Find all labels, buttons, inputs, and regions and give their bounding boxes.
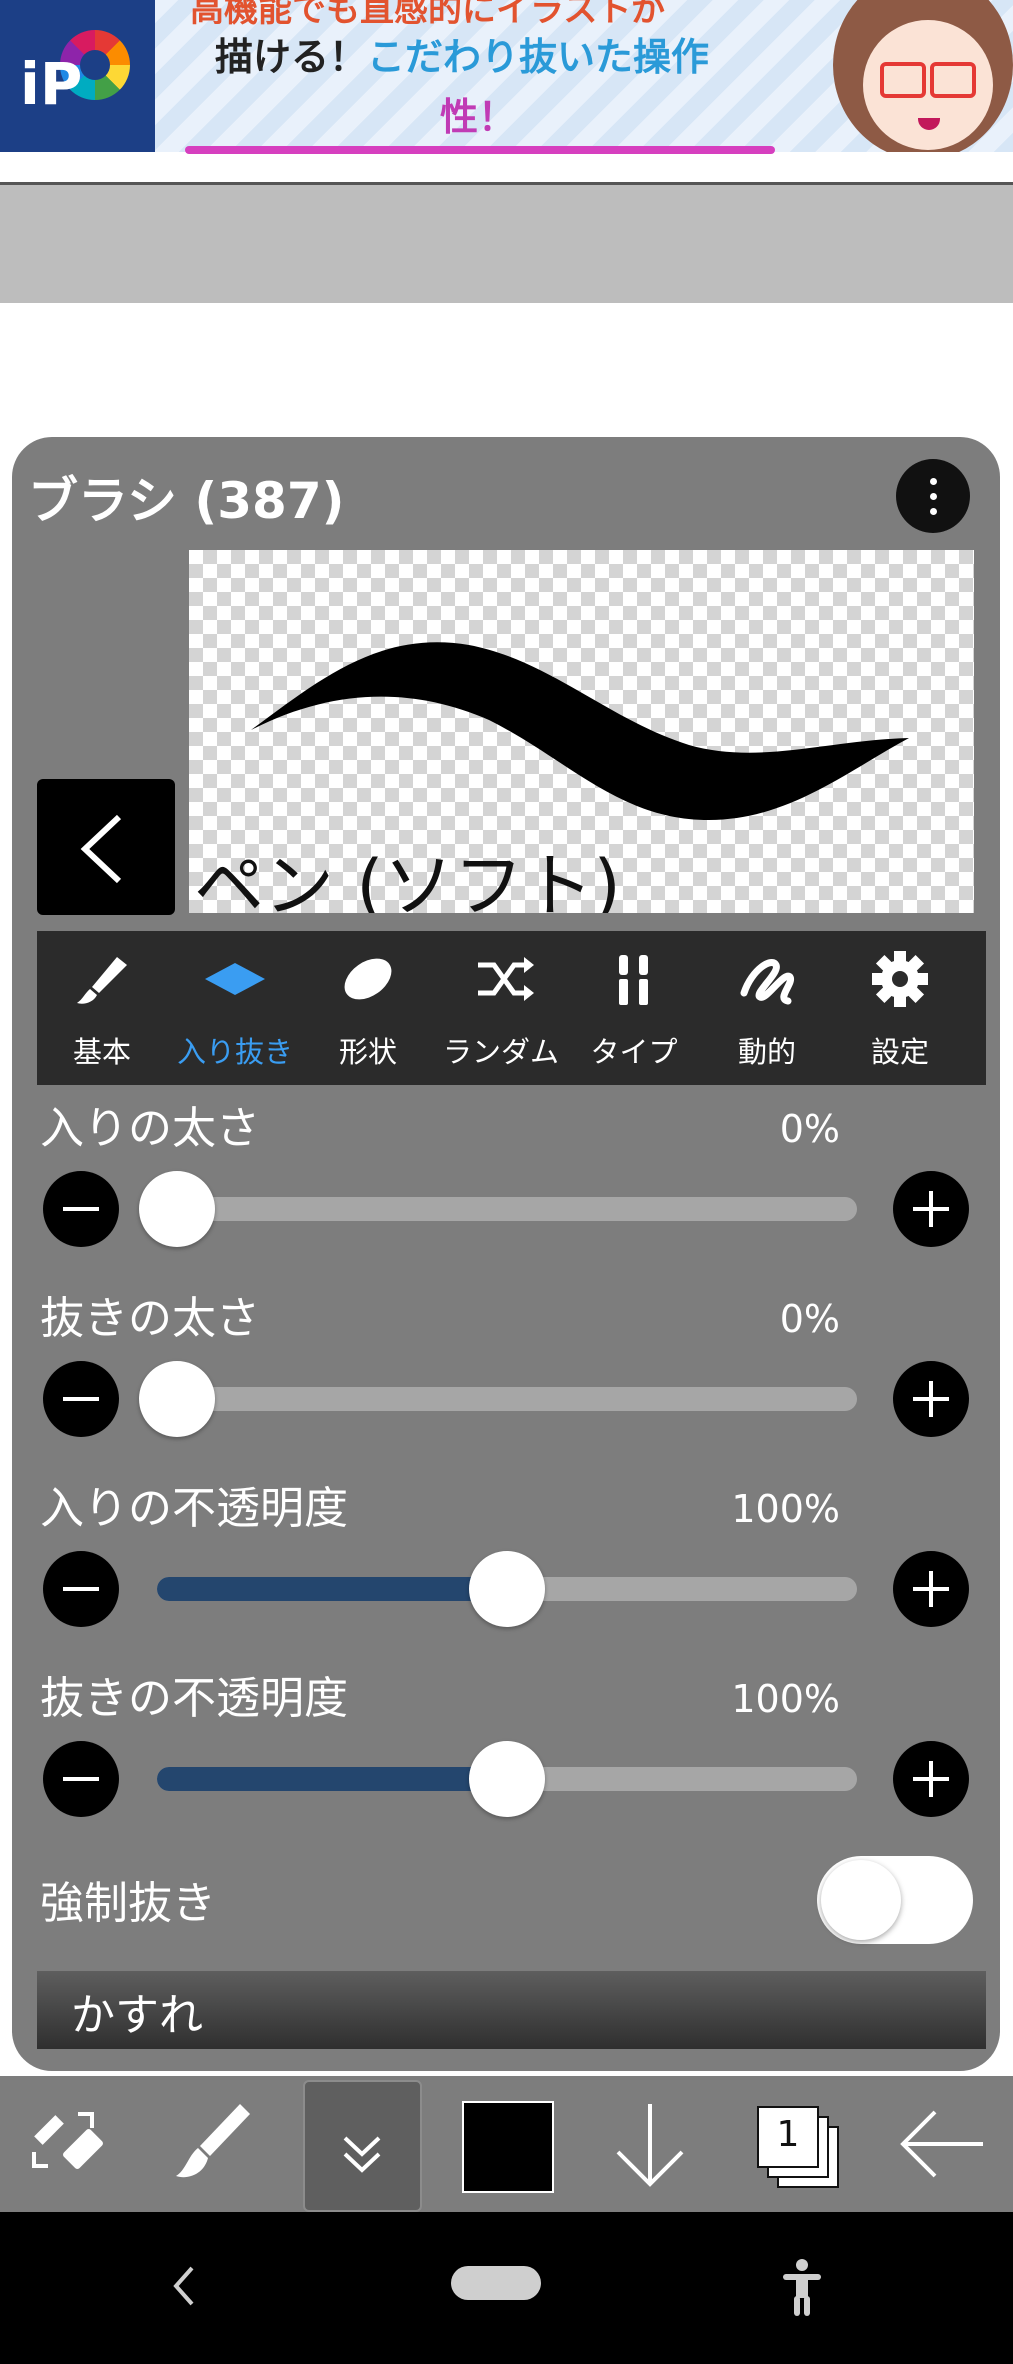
force-taper-toggle[interactable] [817, 1856, 973, 1944]
arrow-down-icon[interactable] [610, 2076, 690, 2212]
accessibility-icon[interactable] [777, 2256, 827, 2320]
brush-preview: ペン (ソフト) [189, 550, 974, 913]
transform-icon[interactable] [20, 2076, 120, 2212]
shuffle-icon [478, 957, 534, 1001]
slider-value: 0% [779, 1297, 840, 1341]
layers-button[interactable]: 1 [757, 2106, 819, 2168]
slider-value: 100% [731, 1487, 840, 1531]
home-button[interactable] [451, 2266, 541, 2300]
increase-button[interactable] [893, 1171, 969, 1247]
ad-banner[interactable]: iP 高機能でも直感的にイラストが 描ける！こだわり抜いた操作 性！ [0, 0, 1013, 154]
brush-name: ペン (ソフト) [194, 845, 621, 913]
tab-taper[interactable]: 入り抜き [170, 931, 300, 1085]
slider-value: 0% [779, 1107, 840, 1151]
slider-track[interactable] [157, 1551, 857, 1627]
decrease-button[interactable] [43, 1171, 119, 1247]
brush-panel: ブラシ (387) ペン (ソフト) 基本 入り抜き 形状 ランダム タイプ 動… [12, 437, 1000, 2071]
ad-headline-3: 性！ [440, 95, 517, 139]
decrease-button[interactable] [43, 1361, 119, 1437]
increase-button[interactable] [893, 1741, 969, 1817]
brush-tabs: 基本 入り抜き 形状 ランダム タイプ 動的 設定 [37, 931, 986, 1085]
slider-fill [157, 1577, 507, 1601]
back-button[interactable] [37, 779, 175, 915]
type-icon [619, 955, 648, 1005]
tab-type[interactable]: タイプ [569, 931, 699, 1085]
force-taper-label: 強制抜き [40, 1878, 216, 1929]
brush-icon [77, 957, 127, 1004]
bottom-toolbar: 1 [0, 2076, 1013, 2212]
increase-button[interactable] [893, 1551, 969, 1627]
ad-headline-2: 描ける！こだわり抜いた操作 [215, 35, 710, 79]
slider-value: 100% [731, 1677, 840, 1721]
panel-title: ブラシ (387) [28, 472, 345, 530]
tab-basic[interactable]: 基本 [37, 931, 167, 1085]
tab-random[interactable]: ランダム [436, 931, 566, 1085]
slider-label: 入りの太さ [40, 1103, 260, 1154]
arrow-left-icon[interactable] [895, 2076, 990, 2212]
decrease-button[interactable] [43, 1741, 119, 1817]
chevron-left-icon [80, 814, 122, 884]
collapse-panel-button[interactable] [303, 2080, 422, 2212]
slider-thumb[interactable] [139, 1361, 215, 1437]
canvas-area [0, 185, 1013, 303]
slider-label: 入りの不透明度 [40, 1483, 348, 1534]
slider-track[interactable] [157, 1741, 857, 1817]
tab-dynamic[interactable]: 動的 [702, 931, 832, 1085]
diamond-icon [205, 963, 265, 995]
gear-icon [872, 951, 928, 1007]
slider-label: 抜きの不透明度 [40, 1673, 348, 1724]
slider-fill [157, 1767, 507, 1791]
slider-track[interactable] [139, 1171, 857, 1247]
ad-underline [185, 146, 775, 154]
section-header-blur[interactable]: かすれ [37, 1971, 986, 2049]
slider-track[interactable] [139, 1361, 857, 1437]
ad-character-illustration [818, 0, 1013, 152]
slider-thumb[interactable] [469, 1551, 545, 1627]
decrease-button[interactable] [43, 1551, 119, 1627]
slider-thumb[interactable] [469, 1741, 545, 1817]
dynamic-icon [740, 959, 794, 1005]
color-swatch[interactable] [462, 2101, 554, 2193]
system-nav-bar [0, 2212, 1013, 2364]
ibispaint-logo: iP [0, 0, 155, 152]
ellipse-icon [344, 958, 392, 1000]
slider-thumb[interactable] [139, 1171, 215, 1247]
double-chevron-down-icon [343, 2136, 381, 2173]
slider-label: 抜きの太さ [40, 1293, 260, 1344]
tab-settings[interactable]: 設定 [835, 931, 965, 1085]
tab-shape[interactable]: 形状 [303, 931, 433, 1085]
brush-tool-icon[interactable] [168, 2076, 258, 2212]
toggle-knob [821, 1860, 901, 1940]
back-icon[interactable] [160, 2256, 210, 2316]
increase-button[interactable] [893, 1361, 969, 1437]
more-menu-button[interactable] [896, 459, 970, 533]
